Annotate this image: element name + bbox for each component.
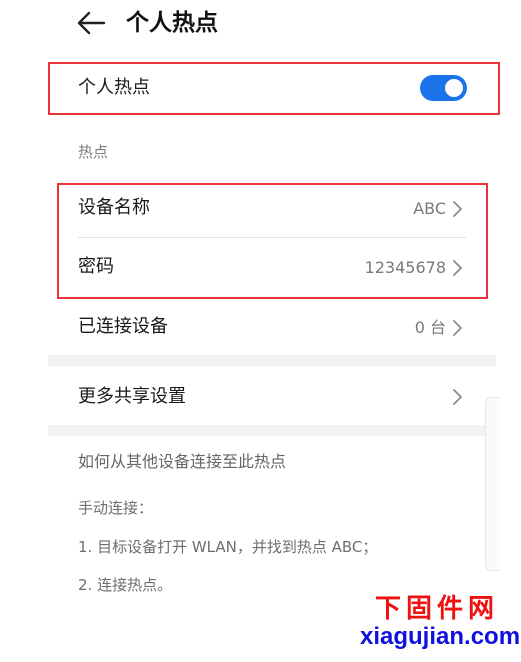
more-sharing-row[interactable]: 更多共享设置 <box>60 372 484 422</box>
back-arrow-icon[interactable] <box>74 8 108 38</box>
info-step-1: 1. 目标设备打开 WLAN，并找到热点 ABC； <box>78 538 378 556</box>
toggle-knob <box>445 79 463 97</box>
password-label: 密码 <box>78 256 114 277</box>
info-manual-label: 手动连接： <box>78 499 154 517</box>
connected-devices-value: 0 台 <box>414 318 446 337</box>
scrollbar[interactable] <box>485 397 500 571</box>
chevron-right-icon <box>453 320 462 336</box>
chevron-right-icon <box>453 201 462 217</box>
device-name-label: 设备名称 <box>78 197 150 218</box>
device-name-row[interactable]: 设备名称 ABC <box>60 186 484 236</box>
section-gap <box>48 355 496 366</box>
info-step-2: 2. 连接热点。 <box>78 576 173 594</box>
hotspot-toggle-switch[interactable] <box>420 75 467 101</box>
connected-devices-row[interactable]: 已连接设备 0 台 <box>60 302 484 352</box>
more-sharing-label: 更多共享设置 <box>78 386 186 407</box>
row-divider <box>78 237 466 238</box>
page-title: 个人热点 <box>126 10 218 36</box>
watermark-en: xiagujian.com <box>360 623 521 650</box>
section-gap <box>48 425 496 436</box>
hotspot-toggle-label: 个人热点 <box>78 77 150 98</box>
chevron-right-icon <box>453 260 462 276</box>
chevron-right-icon <box>453 389 462 405</box>
section-label-hotspot: 热点 <box>78 143 109 161</box>
device-name-value: ABC <box>413 199 446 218</box>
password-row[interactable]: 密码 12345678 <box>60 242 484 292</box>
password-value: 12345678 <box>364 258 446 277</box>
connected-devices-label: 已连接设备 <box>78 316 168 337</box>
info-title: 如何从其他设备连接至此热点 <box>78 452 287 471</box>
